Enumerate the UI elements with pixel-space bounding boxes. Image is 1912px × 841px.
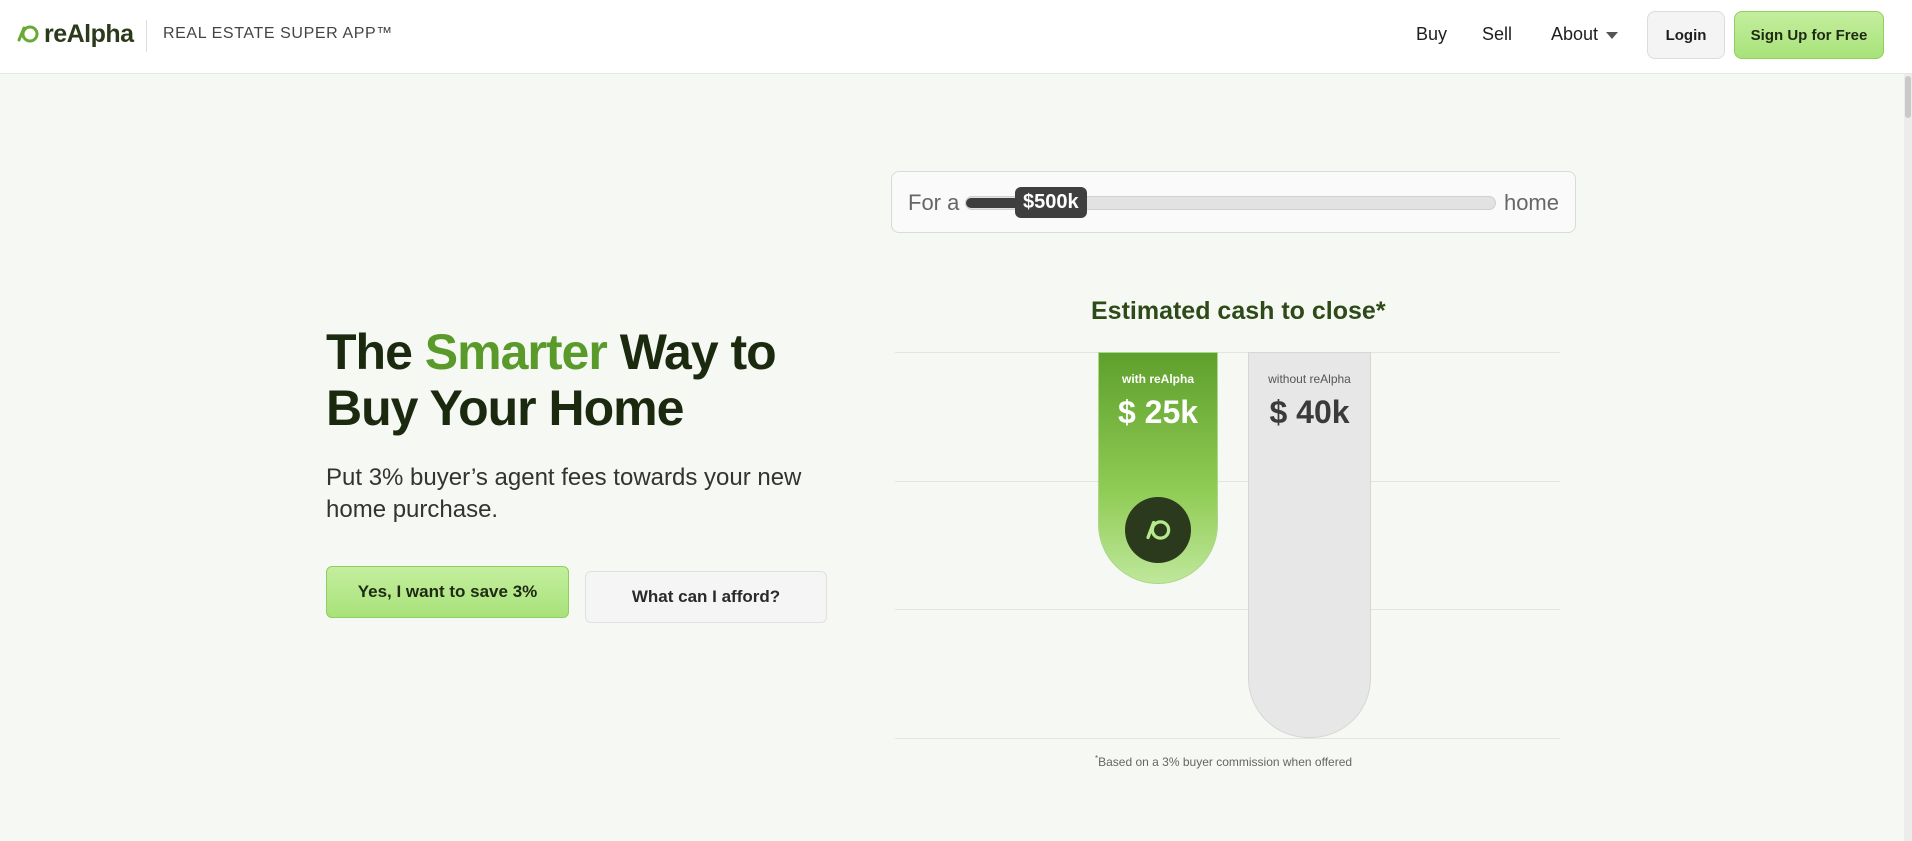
bar-with-realpha: with reAlpha $ 25k	[1098, 352, 1218, 584]
hero-subtitle: Put 3% buyer’s agent fees towards your n…	[326, 464, 802, 523]
nav-buy[interactable]: Buy	[1416, 24, 1447, 45]
logo[interactable]: reAlpha	[16, 18, 134, 50]
gridline	[895, 481, 1560, 482]
footnote-text: Based on a 3% buyer commission when offe…	[1098, 755, 1353, 769]
hero-title-part1: The	[326, 324, 425, 380]
logo-text: reAlpha	[44, 19, 134, 48]
price-slider-thumb[interactable]: $500k	[1015, 187, 1087, 218]
hero-title: The Smarter Way to Buy Your Home	[326, 324, 846, 436]
slider-suffix: home	[1503, 190, 1559, 215]
afford-button[interactable]: What can I afford?	[585, 571, 827, 623]
price-slider-card: For a $500k home	[891, 171, 1576, 233]
bar-without-value: $ 40k	[1269, 394, 1350, 430]
chart-footnote: *Based on a 3% buyer commission when off…	[1095, 754, 1352, 769]
realpha-badge-icon	[1125, 497, 1191, 563]
realpha-mark-icon	[1146, 520, 1171, 540]
gridline	[895, 738, 1560, 739]
chevron-down-icon	[1606, 32, 1619, 39]
gridline	[895, 352, 1560, 353]
gridline	[895, 609, 1560, 610]
save-3-percent-button[interactable]: Yes, I want to save 3%	[326, 566, 569, 618]
bar-without-realpha: without reAlpha $ 40k	[1248, 352, 1371, 738]
signup-button[interactable]: Sign Up for Free	[1734, 11, 1884, 59]
scrollbar[interactable]	[1904, 74, 1912, 841]
bar-with-value: $ 25k	[1117, 394, 1199, 430]
divider	[146, 20, 147, 52]
login-button[interactable]: Login	[1647, 11, 1725, 59]
hero-title-accent: Smarter	[424, 324, 608, 380]
bar-without-label: without reAlpha	[1268, 372, 1351, 386]
slider-prefix: For a	[908, 190, 960, 215]
tagline: REAL ESTATE SUPER APP™	[163, 25, 393, 42]
top-nav: reAlpha REAL ESTATE SUPER APP™ Buy Sell …	[0, 0, 1912, 74]
scrollbar-thumb[interactable]	[1905, 76, 1911, 118]
nav-sell[interactable]: Sell	[1482, 24, 1512, 45]
logo-icon	[17, 25, 39, 43]
nav-about[interactable]: About	[1551, 24, 1619, 45]
nav-about-label: About	[1551, 24, 1599, 44]
chart-title: Estimated cash to close*	[1091, 297, 1386, 325]
bar-with-label: with reAlpha	[1121, 372, 1194, 386]
